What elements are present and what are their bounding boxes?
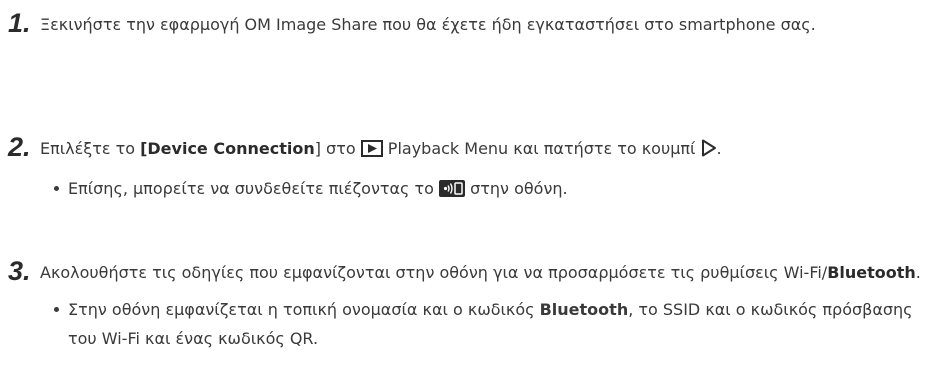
step-text: Ακολουθήστε τις οδηγίες που εμφανίζονται… (40, 263, 921, 282)
step-number: 3. (8, 256, 31, 286)
step-1: 1. Ξεκινήστε την εφαρμογή OM Image Share… (8, 10, 928, 39)
smartphone-connection-icon (439, 177, 466, 206)
step-text: Επιλέξτε το [Device Connection] στο Play… (40, 134, 928, 166)
right-arrow-button-icon (701, 137, 717, 166)
step-text: Ξεκινήστε την εφαρμογή OM Image Share πο… (40, 15, 816, 34)
device-connection-label: [Device Connection (140, 139, 315, 158)
step-number: 2. (8, 132, 31, 162)
step-note: Επίσης, μπορείτε να συνδεθείτε πιέζοντας… (54, 174, 928, 206)
step-note: Στην οθόνη εμφανίζεται η τοπική ονομασία… (54, 295, 928, 353)
step-number: 1. (8, 8, 31, 38)
step-3: 3. Ακολουθήστε τις οδηγίες που εμφανίζον… (8, 258, 928, 353)
menu-name: Playback Menu (382, 139, 509, 158)
playback-icon (360, 137, 383, 166)
step-2: 2. Επιλέξτε το [Device Connection] στο P… (8, 134, 928, 206)
